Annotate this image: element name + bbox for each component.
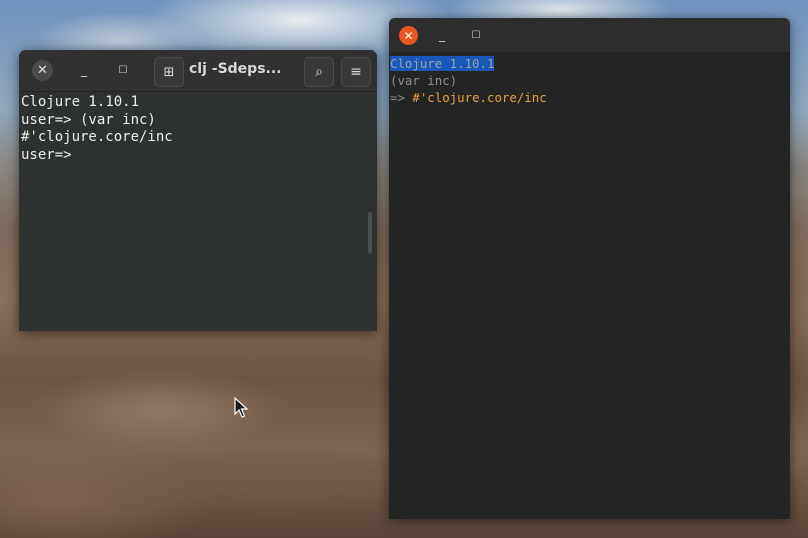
terminal-output[interactable]: Clojure 1.10.1 (var inc) => #'clojure.co… xyxy=(389,55,790,519)
mouse-pointer-icon xyxy=(234,397,249,418)
terminal-output[interactable]: Clojure 1.10.1 user=> (var inc) #'clojur… xyxy=(19,92,377,331)
terminal-line: #'clojure.core/inc xyxy=(21,129,173,145)
search-icon[interactable]: ⌕ xyxy=(304,57,334,87)
window-title: clj -Sdeps... xyxy=(189,61,282,77)
eval-result: #'clojure.core/inc xyxy=(412,90,547,105)
hamburger-menu-icon[interactable]: ≡ xyxy=(341,57,371,87)
terminal-line: (var inc) xyxy=(390,73,458,88)
terminal-line: Clojure 1.10.1 xyxy=(21,94,140,110)
header-bar[interactable]: ✕ _ ☐ ⊞ clj -Sdeps... ⌕ ≡ xyxy=(19,50,377,92)
selected-text[interactable]: Clojure 1.10.1 xyxy=(390,56,495,71)
terminal-line: user=> (var inc) xyxy=(21,111,156,128)
title-bar[interactable]: ✕ _ ☐ xyxy=(389,18,790,52)
terminal-prompt: user=> xyxy=(21,146,72,163)
minimize-icon[interactable]: _ xyxy=(74,58,94,82)
maximize-icon[interactable]: ☐ xyxy=(113,58,133,82)
terminal-window-right[interactable]: ✕ _ ☐ Clojure 1.10.1 (var inc) => #'cloj… xyxy=(389,18,790,519)
close-icon[interactable]: ✕ xyxy=(399,26,418,45)
result-arrow: => xyxy=(390,90,405,105)
scrollbar[interactable] xyxy=(368,212,372,254)
close-icon[interactable]: ✕ xyxy=(32,60,53,81)
terminal-window-left[interactable]: ✕ _ ☐ ⊞ clj -Sdeps... ⌕ ≡ Clojure 1.10.1… xyxy=(19,50,377,331)
new-tab-icon[interactable]: ⊞ xyxy=(154,57,184,87)
minimize-icon[interactable]: _ xyxy=(433,24,451,46)
maximize-icon[interactable]: ☐ xyxy=(467,24,485,46)
